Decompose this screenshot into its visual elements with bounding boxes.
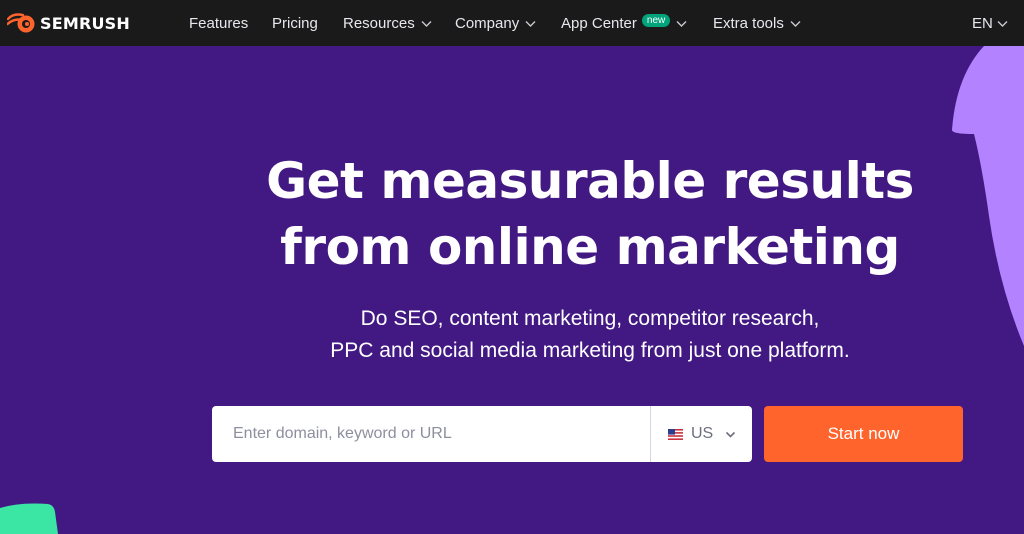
top-navigation-bar: SEMRUSH Features Pricing Resources Compa… [0, 0, 1024, 46]
nav-item-label: Resources [343, 14, 415, 32]
decorative-green-shape [0, 503, 58, 534]
hero-title: Get measurable results from online marke… [240, 148, 940, 280]
domain-search-form: US [212, 406, 752, 462]
hero-subtitle-line-2: PPC and social media marketing from just… [330, 339, 850, 362]
hero-title-line-2: from online marketing [280, 218, 900, 276]
nav-item-pricing[interactable]: Pricing [272, 0, 318, 46]
chevron-down-icon [726, 431, 736, 438]
semrush-logo-icon [7, 13, 35, 33]
chevron-down-icon [790, 20, 801, 27]
nav-item-features[interactable]: Features [189, 0, 248, 46]
decorative-lilac-shape [952, 46, 1024, 346]
new-badge: new [641, 13, 671, 27]
chevron-down-icon [525, 20, 536, 27]
country-selector[interactable]: US [651, 406, 736, 462]
nav-item-label: Features [189, 14, 249, 32]
nav-item-label: App Center [561, 14, 637, 32]
chevron-down-icon [997, 20, 1008, 27]
chevron-down-icon [676, 20, 687, 27]
nav-item-app-center[interactable]: App Center new [561, 0, 687, 46]
nav-item-label: Pricing [272, 14, 318, 32]
domain-search-input[interactable] [212, 407, 648, 461]
hero-subtitle-line-1: Do SEO, content marketing, competitor re… [360, 307, 820, 330]
us-flag-icon [668, 428, 683, 440]
nav-item-extra-tools[interactable]: Extra tools [713, 0, 801, 46]
nav-item-label: Company [455, 14, 520, 32]
hero-title-line-1: Get measurable results [266, 152, 914, 210]
hero-subtitle: Do SEO, content marketing, competitor re… [240, 303, 940, 367]
country-code: US [691, 425, 714, 442]
nav-item-company[interactable]: Company [455, 0, 536, 46]
nav-item-resources[interactable]: Resources [343, 0, 432, 46]
language-label: EN [972, 14, 993, 32]
chevron-down-icon [421, 20, 432, 27]
language-selector[interactable]: EN [972, 0, 1008, 46]
semrush-logo[interactable]: SEMRUSH [7, 12, 130, 34]
brand-name: SEMRUSH [40, 13, 131, 33]
start-now-button[interactable]: Start now [764, 406, 963, 462]
nav-item-label: Extra tools [713, 14, 784, 32]
